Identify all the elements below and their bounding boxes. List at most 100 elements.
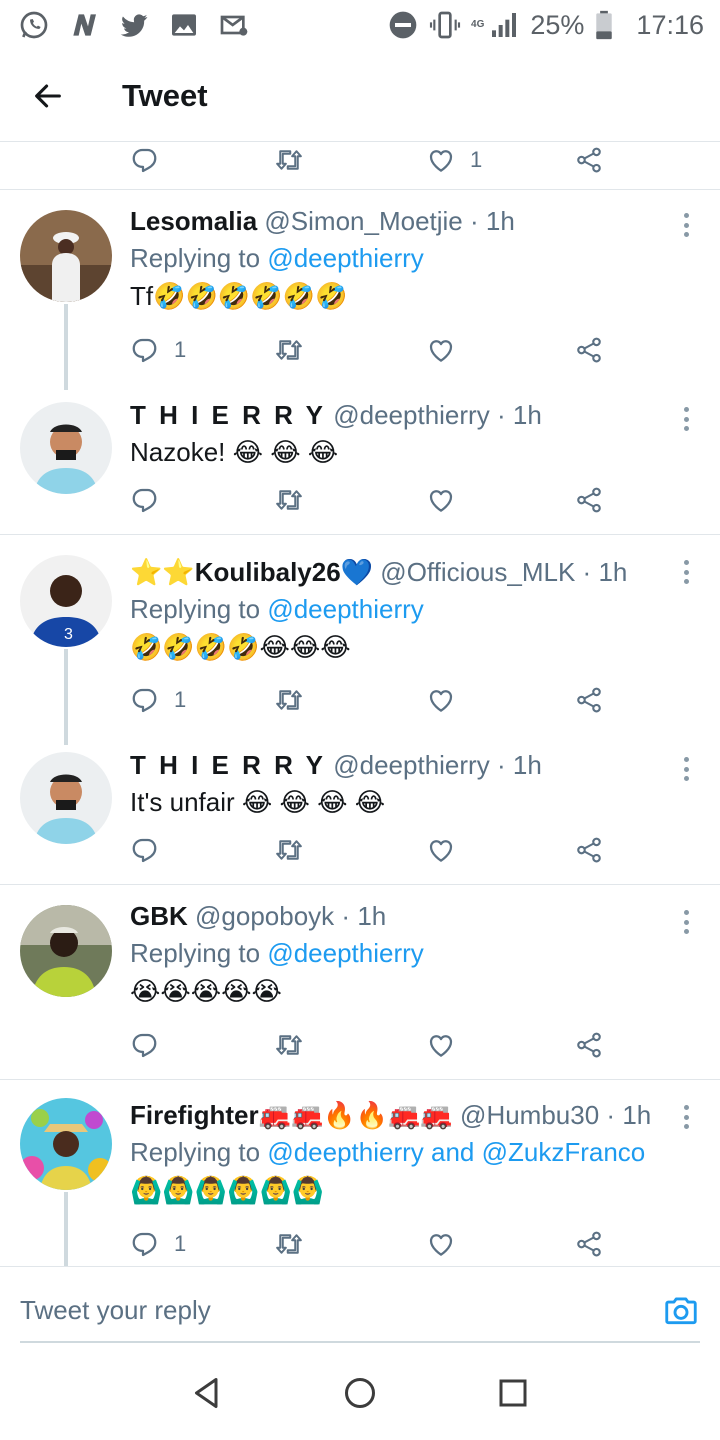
share-icon — [574, 1030, 604, 1060]
reply-icon — [130, 1030, 160, 1060]
share-button[interactable] — [574, 330, 604, 370]
display-name[interactable]: T H I E R R Y — [130, 750, 326, 780]
more-options-icon[interactable] — [678, 907, 694, 937]
tweet[interactable]: Lesomalia @Simon_Moetjie · 1h Replying t… — [0, 190, 720, 390]
thread-line — [64, 1192, 68, 1266]
like-button[interactable] — [426, 680, 456, 720]
more-options-icon[interactable] — [678, 1102, 694, 1132]
like-button[interactable] — [426, 480, 456, 520]
tweet[interactable]: 3 ⭐⭐Koulibaly26💙 @Officious_MLK · 1h Rep… — [0, 535, 720, 745]
reply-count: 1 — [174, 1231, 187, 1256]
retweet-button[interactable] — [274, 330, 304, 370]
back-button[interactable] — [0, 50, 96, 142]
signal-icon — [488, 9, 520, 41]
display-name[interactable]: ⭐⭐Koulibaly26💙 — [130, 557, 373, 587]
retweet-button[interactable] — [274, 140, 304, 180]
battery-icon — [594, 9, 614, 41]
retweet-button[interactable] — [274, 1224, 304, 1264]
input-underline — [20, 1341, 700, 1343]
reply-button[interactable] — [130, 830, 160, 870]
like-button[interactable] — [426, 830, 456, 870]
retweet-icon — [274, 835, 304, 865]
nav-home-button[interactable] — [340, 1373, 380, 1413]
share-icon — [574, 685, 604, 715]
handle[interactable]: @deepthierry — [333, 400, 489, 430]
heart-icon — [426, 485, 456, 515]
share-button[interactable] — [574, 680, 604, 720]
handle[interactable]: @gopoboyk — [195, 901, 334, 931]
gallery-icon — [168, 9, 200, 41]
timestamp: 1h — [485, 206, 515, 236]
reply-button[interactable] — [130, 140, 160, 180]
like-button[interactable] — [426, 330, 456, 370]
twitter-icon — [118, 9, 150, 41]
retweet-button[interactable] — [274, 1025, 304, 1065]
reply-input[interactable]: Tweet your reply — [20, 1295, 211, 1326]
tweet[interactable]: T H I E R R Y @deepthierry · 1h Nazoke! … — [0, 380, 720, 535]
reply-composer: Tweet your reply — [0, 1266, 720, 1346]
heart-icon — [426, 145, 456, 175]
avatar[interactable] — [20, 210, 112, 302]
avatar[interactable] — [20, 905, 112, 997]
status-bar: 4G 25% 17:16 — [0, 0, 720, 50]
avatar[interactable] — [20, 1098, 112, 1190]
retweet-icon — [274, 335, 304, 365]
like-button[interactable] — [426, 1025, 456, 1065]
display-name[interactable]: GBK — [130, 901, 188, 931]
camera-icon[interactable] — [662, 1291, 700, 1329]
share-button[interactable] — [574, 1224, 604, 1264]
retweet-button[interactable] — [274, 480, 304, 520]
retweet-icon — [274, 1229, 304, 1259]
mention-link[interactable]: @deepthierry — [267, 243, 423, 273]
handle[interactable]: @Officious_MLK — [380, 557, 575, 587]
heart-icon — [426, 1030, 456, 1060]
more-options-icon[interactable] — [678, 404, 694, 434]
timestamp: 1h — [512, 400, 542, 430]
reply-count: 1 — [174, 337, 187, 362]
whatsapp-icon — [18, 9, 50, 41]
mention-link[interactable]: @deepthierry and @ZukzFranco — [267, 1137, 645, 1167]
tweet[interactable]: GBK @gopoboyk · 1h Replying to @deepthie… — [0, 885, 720, 1080]
system-nav-bar — [0, 1346, 720, 1440]
share-button[interactable] — [574, 1025, 604, 1065]
nav-recents-button[interactable] — [493, 1373, 533, 1413]
avatar[interactable] — [20, 402, 112, 494]
more-options-icon[interactable] — [678, 754, 694, 784]
tweet-text: 😭😭😭😭😭 — [130, 976, 282, 1006]
display-name[interactable]: Firefighter🚒🚒🔥🔥🚒🚒 — [130, 1100, 453, 1130]
share-button[interactable] — [574, 830, 604, 870]
retweet-icon — [274, 1030, 304, 1060]
more-options-icon[interactable] — [678, 210, 694, 240]
handle[interactable]: @deepthierry — [333, 750, 489, 780]
reply-button[interactable]: 1 — [130, 680, 186, 720]
tweet[interactable]: T H I E R R Y @deepthierry · 1h It's unf… — [0, 730, 720, 885]
share-button[interactable] — [574, 140, 604, 180]
reply-icon — [130, 145, 160, 175]
tweet[interactable]: Firefighter🚒🚒🔥🔥🚒🚒 @Humbu30 · 1h Replying… — [0, 1080, 720, 1266]
timestamp: 1h — [512, 750, 542, 780]
like-button[interactable]: 1 — [426, 140, 482, 180]
heart-icon — [426, 835, 456, 865]
do-not-disturb-icon — [387, 9, 419, 41]
reply-button[interactable]: 1 — [130, 330, 186, 370]
replying-to: Replying to @deepthierry and @ZukzFranco — [130, 1137, 646, 1167]
avatar[interactable] — [20, 752, 112, 844]
page-title: Tweet — [122, 77, 208, 113]
reply-button[interactable]: 1 — [130, 1224, 186, 1264]
like-button[interactable] — [426, 1224, 456, 1264]
reply-icon — [130, 1229, 160, 1259]
nav-back-button[interactable] — [187, 1373, 227, 1413]
reply-button[interactable] — [130, 480, 160, 520]
avatar[interactable]: 3 — [20, 555, 112, 647]
retweet-button[interactable] — [274, 680, 304, 720]
handle[interactable]: @Simon_Moetjie — [264, 206, 462, 236]
display-name[interactable]: T H I E R R Y — [130, 400, 326, 430]
reply-button[interactable] — [130, 1025, 160, 1065]
more-options-icon[interactable] — [678, 557, 694, 587]
retweet-button[interactable] — [274, 830, 304, 870]
mention-link[interactable]: @deepthierry — [267, 594, 423, 624]
mention-link[interactable]: @deepthierry — [267, 938, 423, 968]
share-button[interactable] — [574, 480, 604, 520]
display-name[interactable]: Lesomalia — [130, 206, 257, 236]
handle[interactable]: @Humbu30 — [460, 1100, 599, 1130]
